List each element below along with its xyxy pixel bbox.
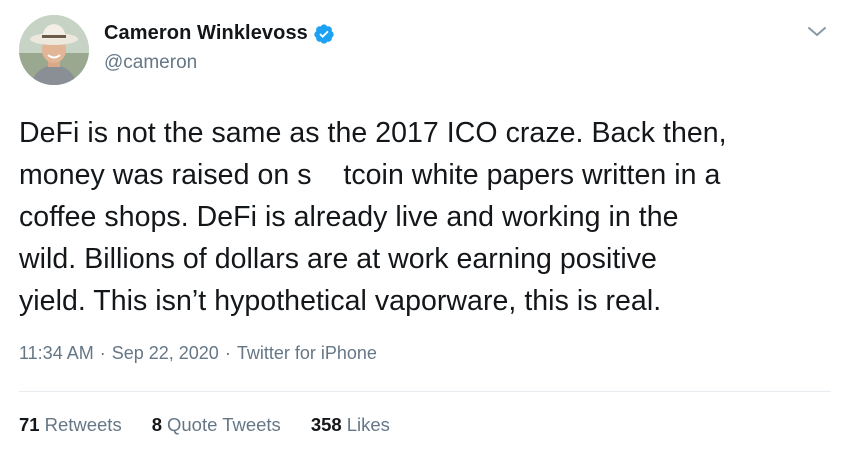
more-options-chevron-down-icon[interactable] <box>806 24 828 40</box>
meta-separator: · <box>224 343 231 363</box>
tweet-text-line: money was raised on s tcoin white papers… <box>19 159 721 191</box>
author-name-row[interactable]: Cameron Winklevoss <box>104 22 335 45</box>
tweet-text-line: yield. This isn’t hypothetical vaporware… <box>19 285 662 317</box>
engagement-stats: 71 Retweets 8 Quote Tweets 358 Likes <box>19 414 390 436</box>
likes-label: Likes <box>346 414 390 435</box>
divider <box>19 391 831 392</box>
author-handle[interactable]: @cameron <box>104 52 197 74</box>
quote-tweets-count: 8 <box>151 414 162 435</box>
likes-count: 358 <box>310 414 342 435</box>
quote-tweets-label: Quote Tweets <box>167 414 281 435</box>
retweets-count: 71 <box>19 414 40 435</box>
profile-photo <box>19 15 89 85</box>
verified-badge-icon <box>313 23 335 45</box>
tweet-date[interactable]: Sep 22, 2020 <box>112 343 219 364</box>
retweets-stat[interactable]: 71 Retweets <box>19 414 122 436</box>
meta-separator: · <box>99 343 106 363</box>
tweet-source[interactable]: Twitter for iPhone <box>237 343 377 364</box>
author-name[interactable]: Cameron Winklevoss <box>104 22 308 45</box>
retweets-label: Retweets <box>44 414 122 435</box>
tweet-text-line: wild. Billions of dollars are at work ea… <box>19 243 657 275</box>
quote-tweets-stat[interactable]: 8 Quote Tweets <box>152 414 281 436</box>
tweet-text: DeFi is not the same as the 2017 ICO cra… <box>19 112 834 322</box>
likes-stat[interactable]: 358 Likes <box>311 414 390 436</box>
avatar[interactable] <box>19 15 89 85</box>
tweet-text-line: coffee shops. DeFi is already live and w… <box>19 201 679 233</box>
tweet-meta: 11:34 AM · Sep 22, 2020 · Twitter for iP… <box>19 343 377 364</box>
tweet-time[interactable]: 11:34 AM <box>19 343 94 364</box>
tweet-text-line: DeFi is not the same as the 2017 ICO cra… <box>19 117 727 149</box>
